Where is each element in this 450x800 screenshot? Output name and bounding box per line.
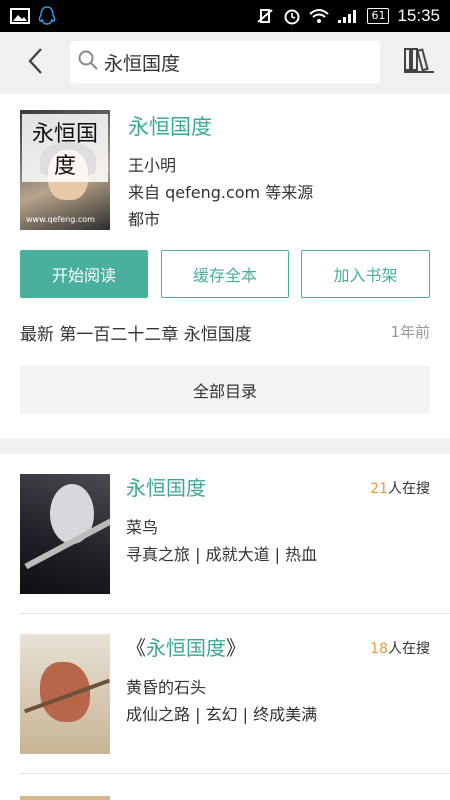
battery-indicator: 61 (367, 8, 390, 24)
search-query: 永恒国度 (104, 52, 181, 75)
section-divider (0, 438, 450, 454)
result-cover (20, 474, 110, 594)
search-count: 18人在搜 (370, 641, 430, 657)
bookshelf-icon (403, 46, 435, 78)
book-detail: 永恒国度 www.qefeng.com 永恒国度 王小明 来自 qefeng.c… (0, 94, 450, 438)
status-bar: 61 15:35 (0, 0, 450, 32)
result-author: 黄昏的石头 (126, 678, 207, 697)
list-item[interactable]: 永恒国度 21人在搜 菜鸟 寻真之旅 | 成就大道 | 热血 (0, 454, 450, 614)
cover-url: www.qefeng.com (26, 215, 95, 224)
gallery-icon (10, 8, 30, 24)
start-reading-button[interactable]: 开始阅读 (20, 250, 148, 298)
cover-title: 永恒国度 (22, 114, 108, 182)
vibrate-off-icon (255, 8, 275, 24)
add-to-shelf-button[interactable]: 加入书架 (301, 250, 430, 298)
clock: 15:35 (397, 6, 440, 25)
search-count: 21人在搜 (370, 481, 430, 497)
result-tags: 成仙之路 | 玄幻 | 终成美满 (126, 705, 318, 724)
row-separator (20, 773, 450, 774)
chevron-left-icon (27, 47, 43, 79)
book-category: 都市 (128, 210, 161, 229)
bookshelf-button[interactable] (402, 46, 436, 78)
wifi-icon (309, 8, 330, 24)
result-tags: 寻真之旅 | 成就大道 | 热血 (126, 545, 318, 564)
search-input[interactable]: 永恒国度 (70, 41, 380, 83)
list-item[interactable]: 《永恒国度》 18人在搜 黄昏的石头 成仙之路 | 玄幻 | 终成美满 (0, 614, 450, 774)
book-author: 王小明 (128, 156, 177, 175)
latest-chapter[interactable]: 最新 第一百二十二章 永恒国度 (20, 320, 252, 345)
result-cover-partial (20, 796, 110, 800)
table-of-contents-button[interactable]: 全部目录 (20, 366, 430, 414)
book-title: 永恒国度 (128, 115, 212, 139)
search-icon (78, 50, 98, 74)
book-source[interactable]: 来自 qefeng.com 等来源 (128, 179, 313, 203)
signal-icon (337, 8, 359, 24)
latest-chapter-time: 1年前 (390, 323, 430, 341)
result-title: 永恒国度 (126, 476, 206, 500)
cache-all-button[interactable]: 缓存全本 (161, 250, 289, 298)
back-button[interactable] (0, 32, 70, 94)
result-cover (20, 634, 110, 754)
result-author: 菜鸟 (126, 518, 159, 537)
top-bar: 永恒国度 (0, 32, 450, 94)
result-title: 《永恒国度》 (126, 636, 246, 660)
alarm-icon (283, 7, 301, 25)
book-cover[interactable]: 永恒国度 www.qefeng.com (20, 110, 110, 230)
qq-icon (38, 6, 56, 26)
